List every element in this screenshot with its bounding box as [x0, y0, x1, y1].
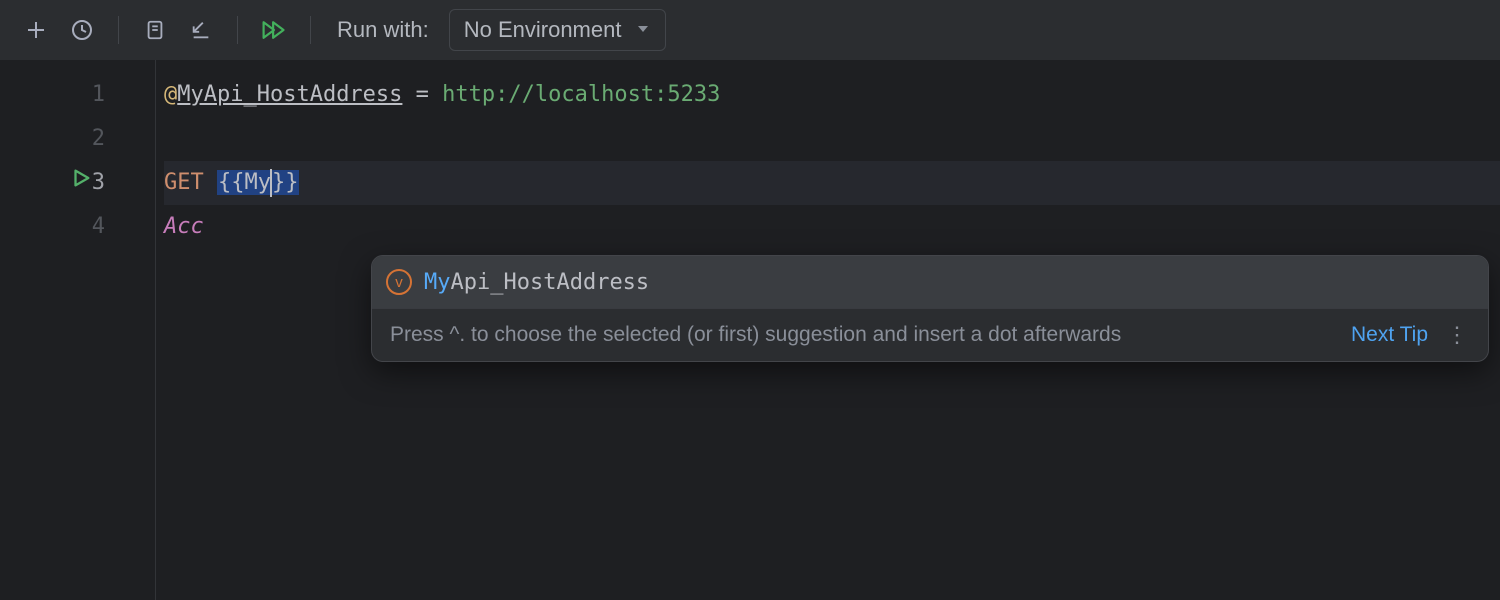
completion-rest: Api_HostAddress	[451, 270, 650, 295]
environment-value: No Environment	[464, 17, 622, 43]
line-number: 1	[92, 73, 105, 117]
line-number: 2	[92, 117, 105, 161]
next-tip-link[interactable]: Next Tip	[1351, 323, 1428, 347]
toolbar: Run with: No Environment	[0, 0, 1500, 60]
gutter-line: 1	[0, 73, 155, 117]
code-line	[164, 117, 1500, 161]
line-number: 3	[92, 161, 105, 205]
code-line: Acc	[164, 205, 1500, 249]
add-request-icon[interactable]	[20, 14, 52, 46]
variable-value: http://localhost:5233	[442, 82, 720, 107]
history-icon[interactable]	[66, 14, 98, 46]
code-line: @MyApi_HostAddress = http://localhost:52…	[164, 73, 1500, 117]
gutter: 1 2 3 4	[0, 60, 156, 600]
variable-icon-letter: v	[395, 274, 403, 291]
completion-item[interactable]: v MyApi_HostAddress	[372, 256, 1488, 308]
run-request-icon[interactable]	[70, 161, 92, 205]
toolbar-separator	[310, 16, 311, 44]
toolbar-separator	[118, 16, 119, 44]
run-with-label: Run with:	[337, 17, 429, 43]
gutter-line: 2	[0, 117, 155, 161]
equals: =	[402, 82, 442, 107]
variable-icon: v	[386, 269, 412, 295]
toolbar-separator	[237, 16, 238, 44]
code-line-current: GET {{My}}	[164, 161, 1500, 205]
header-name: Acc	[164, 214, 204, 239]
environment-select[interactable]: No Environment	[449, 9, 667, 51]
code-area[interactable]: @MyApi_HostAddress = http://localhost:52…	[156, 60, 1500, 600]
line-number: 4	[92, 205, 105, 249]
more-icon[interactable]: ⋮	[1446, 322, 1470, 348]
http-method: GET	[164, 170, 217, 195]
template-close: }}	[272, 170, 299, 195]
template-open: {{	[218, 170, 245, 195]
run-all-icon[interactable]	[258, 14, 290, 46]
hint-text: Press ^. to choose the selected (or firs…	[390, 323, 1121, 347]
gutter-line: 4	[0, 205, 155, 249]
variable-name: MyApi_HostAddress	[177, 82, 402, 107]
completion-hint: Press ^. to choose the selected (or firs…	[372, 308, 1488, 361]
examples-icon[interactable]	[139, 14, 171, 46]
at-sign: @	[164, 82, 177, 107]
gutter-line: 3	[0, 161, 155, 205]
typed-text: My	[244, 170, 271, 195]
import-icon[interactable]	[185, 14, 217, 46]
editor: 1 2 3 4 @MyApi_HostAddress = http://loca…	[0, 60, 1500, 600]
completion-match: My	[424, 270, 451, 295]
chevron-down-icon	[635, 17, 651, 43]
completion-popup: v MyApi_HostAddress Press ^. to choose t…	[371, 255, 1489, 362]
